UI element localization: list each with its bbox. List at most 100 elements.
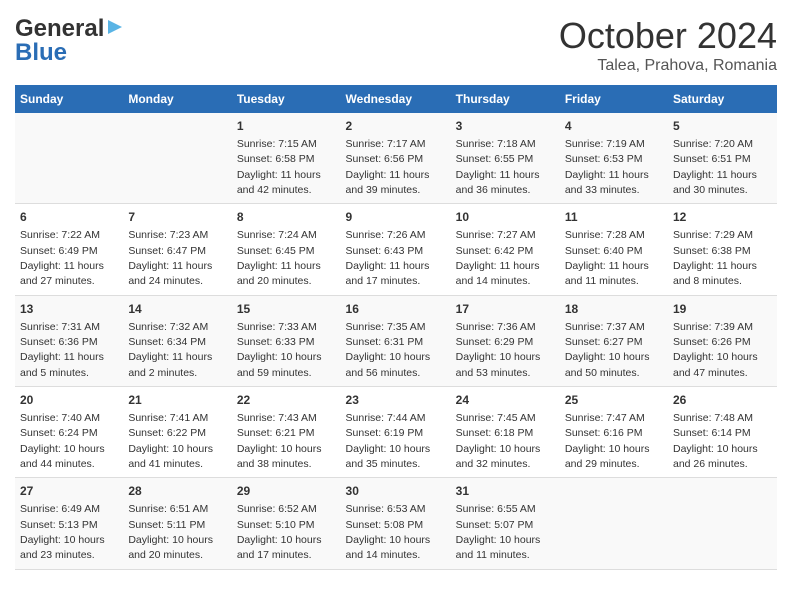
weekday-header-wednesday: Wednesday — [341, 85, 451, 113]
day-number: 2 — [346, 118, 446, 135]
day-number: 29 — [237, 483, 336, 500]
day-number: 7 — [128, 209, 227, 226]
day-info: Sunrise: 7:43 AMSunset: 6:21 PMDaylight:… — [237, 412, 322, 470]
day-info: Sunrise: 7:26 AMSunset: 6:43 PMDaylight:… — [346, 229, 430, 287]
day-info: Sunrise: 7:47 AMSunset: 6:16 PMDaylight:… — [565, 412, 650, 470]
calendar-cell — [15, 113, 123, 204]
day-info: Sunrise: 7:32 AMSunset: 6:34 PMDaylight:… — [128, 321, 212, 379]
day-number: 20 — [20, 392, 118, 409]
calendar-cell: 10 Sunrise: 7:27 AMSunset: 6:42 PMDayligh… — [451, 204, 560, 295]
day-info: Sunrise: 7:19 AMSunset: 6:53 PMDaylight:… — [565, 138, 649, 196]
day-number: 1 — [237, 118, 336, 135]
day-info: Sunrise: 6:53 AMSunset: 5:08 PMDaylight:… — [346, 503, 431, 561]
day-number: 15 — [237, 301, 336, 318]
weekday-header-thursday: Thursday — [451, 85, 560, 113]
day-number: 11 — [565, 209, 663, 226]
day-info: Sunrise: 7:40 AMSunset: 6:24 PMDaylight:… — [20, 412, 105, 470]
day-number: 3 — [456, 118, 555, 135]
calendar-cell: 8 Sunrise: 7:24 AMSunset: 6:45 PMDaylight… — [232, 204, 341, 295]
logo: General Blue — [15, 15, 124, 67]
calendar-cell: 29 Sunrise: 6:52 AMSunset: 5:10 PMDayligh… — [232, 478, 341, 569]
day-info: Sunrise: 6:49 AMSunset: 5:13 PMDaylight:… — [20, 503, 105, 561]
weekday-header-monday: Monday — [123, 85, 232, 113]
day-info: Sunrise: 7:31 AMSunset: 6:36 PMDaylight:… — [20, 321, 104, 379]
day-number: 12 — [673, 209, 772, 226]
day-number: 22 — [237, 392, 336, 409]
weekday-header-friday: Friday — [560, 85, 668, 113]
day-info: Sunrise: 7:37 AMSunset: 6:27 PMDaylight:… — [565, 321, 650, 379]
day-info: Sunrise: 7:18 AMSunset: 6:55 PMDaylight:… — [456, 138, 540, 196]
day-info: Sunrise: 7:24 AMSunset: 6:45 PMDaylight:… — [237, 229, 321, 287]
logo-blue: Blue — [15, 39, 67, 67]
logo-arrow-icon — [106, 18, 124, 41]
calendar-cell: 17 Sunrise: 7:36 AMSunset: 6:29 PMDayligh… — [451, 295, 560, 386]
title-block: October 2024 Talea, Prahova, Romania — [559, 15, 777, 75]
calendar-week-row: 6Sunrise: 7:22 AMSunset: 6:49 PMDaylight… — [15, 204, 777, 295]
day-number: 19 — [673, 301, 772, 318]
calendar-cell: 19 Sunrise: 7:39 AMSunset: 6:26 PMDayligh… — [668, 295, 777, 386]
calendar-cell: 28 Sunrise: 6:51 AMSunset: 5:11 PMDayligh… — [123, 478, 232, 569]
day-info: Sunrise: 7:20 AMSunset: 6:51 PMDaylight:… — [673, 138, 757, 196]
calendar-table: SundayMondayTuesdayWednesdayThursdayFrid… — [15, 85, 777, 570]
day-number: 14 — [128, 301, 227, 318]
day-number: 17 — [456, 301, 555, 318]
day-info: Sunrise: 7:41 AMSunset: 6:22 PMDaylight:… — [128, 412, 213, 470]
day-number: 24 — [456, 392, 555, 409]
day-info: Sunrise: 7:39 AMSunset: 6:26 PMDaylight:… — [673, 321, 758, 379]
calendar-week-row: 13 Sunrise: 7:31 AMSunset: 6:36 PMDayligh… — [15, 295, 777, 386]
day-number: 26 — [673, 392, 772, 409]
calendar-cell: 13 Sunrise: 7:31 AMSunset: 6:36 PMDayligh… — [15, 295, 123, 386]
calendar-cell: 12 Sunrise: 7:29 AMSunset: 6:38 PMDayligh… — [668, 204, 777, 295]
weekday-header-sunday: Sunday — [15, 85, 123, 113]
calendar-cell: 16 Sunrise: 7:35 AMSunset: 6:31 PMDayligh… — [341, 295, 451, 386]
day-number: 13 — [20, 301, 118, 318]
calendar-cell: 24 Sunrise: 7:45 AMSunset: 6:18 PMDayligh… — [451, 387, 560, 478]
calendar-cell: 5 Sunrise: 7:20 AMSunset: 6:51 PMDaylight… — [668, 113, 777, 204]
day-number: 25 — [565, 392, 663, 409]
weekday-header-tuesday: Tuesday — [232, 85, 341, 113]
calendar-cell: 15 Sunrise: 7:33 AMSunset: 6:33 PMDayligh… — [232, 295, 341, 386]
weekday-header-saturday: Saturday — [668, 85, 777, 113]
day-info: Sunrise: 7:45 AMSunset: 6:18 PMDaylight:… — [456, 412, 541, 470]
day-info: Sunrise: 7:27 AMSunset: 6:42 PMDaylight:… — [456, 229, 540, 287]
day-info: Sunrise: 6:52 AMSunset: 5:10 PMDaylight:… — [237, 503, 322, 561]
day-info: Sunrise: 7:48 AMSunset: 6:14 PMDaylight:… — [673, 412, 758, 470]
calendar-week-row: 27 Sunrise: 6:49 AMSunset: 5:13 PMDayligh… — [15, 478, 777, 569]
day-info: Sunrise: 7:33 AMSunset: 6:33 PMDaylight:… — [237, 321, 322, 379]
calendar-cell: 21Sunrise: 7:41 AMSunset: 6:22 PMDayligh… — [123, 387, 232, 478]
calendar-cell: 31Sunrise: 6:55 AMSunset: 5:07 PMDayligh… — [451, 478, 560, 569]
day-number: 10 — [456, 209, 555, 226]
day-number: 4 — [565, 118, 663, 135]
day-info: Sunrise: 7:29 AMSunset: 6:38 PMDaylight:… — [673, 229, 757, 287]
day-info: Sunrise: 7:36 AMSunset: 6:29 PMDaylight:… — [456, 321, 541, 379]
day-info: Sunrise: 6:51 AMSunset: 5:11 PMDaylight:… — [128, 503, 213, 561]
day-number: 27 — [20, 483, 118, 500]
day-number: 30 — [346, 483, 446, 500]
day-number: 8 — [237, 209, 336, 226]
day-info: Sunrise: 7:35 AMSunset: 6:31 PMDaylight:… — [346, 321, 431, 379]
calendar-cell: 1 Sunrise: 7:15 AMSunset: 6:58 PMDaylight… — [232, 113, 341, 204]
day-info: Sunrise: 7:28 AMSunset: 6:40 PMDaylight:… — [565, 229, 649, 287]
calendar-cell: 22 Sunrise: 7:43 AMSunset: 6:21 PMDayligh… — [232, 387, 341, 478]
calendar-cell — [560, 478, 668, 569]
calendar-cell: 26 Sunrise: 7:48 AMSunset: 6:14 PMDayligh… — [668, 387, 777, 478]
calendar-cell: 18 Sunrise: 7:37 AMSunset: 6:27 PMDayligh… — [560, 295, 668, 386]
day-info: Sunrise: 6:55 AMSunset: 5:07 PMDaylight:… — [456, 503, 541, 561]
weekday-header-row: SundayMondayTuesdayWednesdayThursdayFrid… — [15, 85, 777, 113]
day-number: 18 — [565, 301, 663, 318]
day-info: Sunrise: 7:15 AMSunset: 6:58 PMDaylight:… — [237, 138, 321, 196]
calendar-cell: 11 Sunrise: 7:28 AMSunset: 6:40 PMDayligh… — [560, 204, 668, 295]
calendar-cell: 4 Sunrise: 7:19 AMSunset: 6:53 PMDaylight… — [560, 113, 668, 204]
day-info: Sunrise: 7:22 AMSunset: 6:49 PMDaylight:… — [20, 229, 104, 287]
calendar-cell: 3 Sunrise: 7:18 AMSunset: 6:55 PMDaylight… — [451, 113, 560, 204]
calendar-cell — [668, 478, 777, 569]
day-number: 23 — [346, 392, 446, 409]
day-info: Sunrise: 7:23 AMSunset: 6:47 PMDaylight:… — [128, 229, 212, 287]
calendar-cell: 23Sunrise: 7:44 AMSunset: 6:19 PMDayligh… — [341, 387, 451, 478]
day-number: 5 — [673, 118, 772, 135]
calendar-cell — [123, 113, 232, 204]
calendar-cell: 20 Sunrise: 7:40 AMSunset: 6:24 PMDayligh… — [15, 387, 123, 478]
day-number: 28 — [128, 483, 227, 500]
calendar-cell: 7 Sunrise: 7:23 AMSunset: 6:47 PMDaylight… — [123, 204, 232, 295]
day-number: 16 — [346, 301, 446, 318]
